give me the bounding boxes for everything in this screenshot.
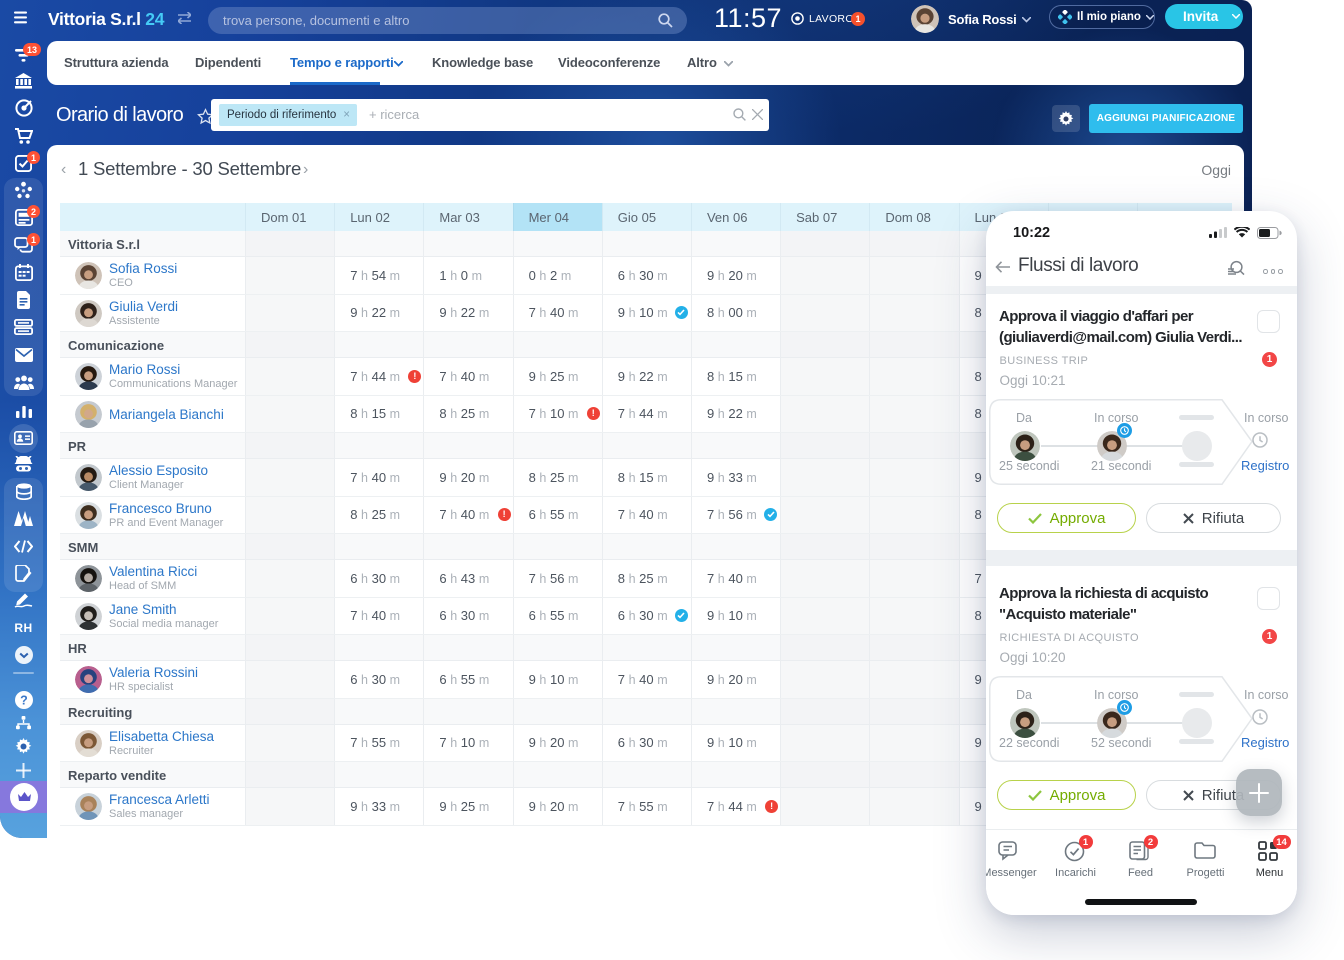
svg-text:?: ? <box>20 693 28 707</box>
